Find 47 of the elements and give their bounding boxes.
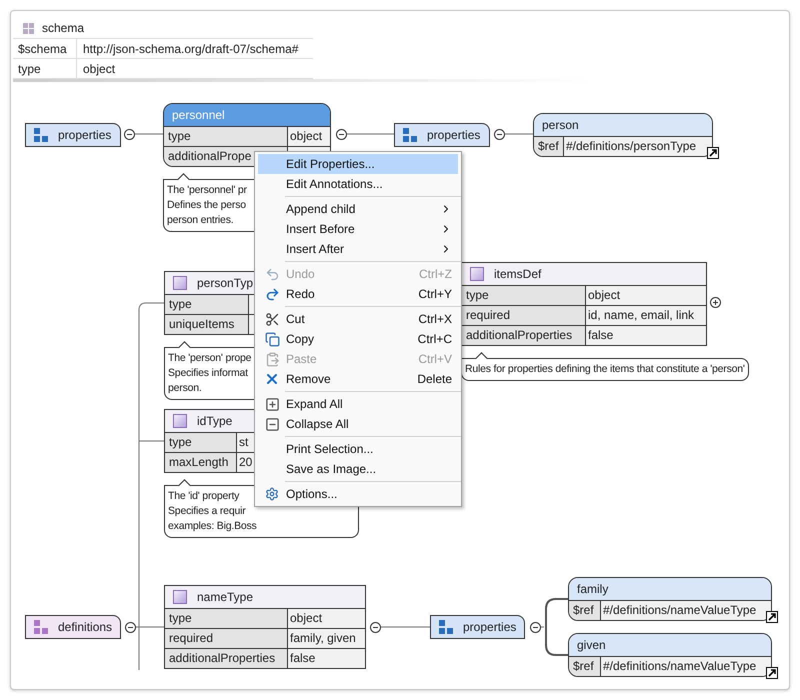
schema-value: object	[82, 61, 116, 78]
annotation-text: The 'personnel' pr	[167, 183, 247, 198]
property-key: additionalProperties	[462, 326, 586, 345]
property-key: $ref	[569, 601, 601, 620]
property-key: additionalProperties	[165, 649, 288, 668]
node-title: person	[542, 117, 579, 134]
annotation-text: examples: Big.Boss	[168, 519, 257, 534]
node-title: personnel	[172, 107, 225, 124]
annotation-text: The 'id' property	[168, 489, 240, 504]
property-key: required	[462, 306, 586, 325]
property-key: required	[165, 629, 288, 648]
node-title: nameType	[197, 589, 254, 606]
node-title: itemsDef	[494, 266, 542, 283]
node-title: given	[577, 637, 606, 654]
node-label: properties	[463, 619, 516, 636]
shortcut-text: Ctrl+V	[418, 351, 453, 368]
shortcut-text: Delete	[417, 371, 453, 388]
annotation-text: person.	[168, 381, 202, 396]
property-key: uniqueItems	[165, 315, 249, 334]
shortcut-text: Ctrl+C	[418, 331, 453, 348]
annotation-text: Specifies a requir	[168, 504, 246, 519]
node-label: properties	[58, 127, 112, 144]
node-title: family	[577, 581, 608, 598]
property-key: type	[165, 609, 288, 628]
annotation-text: Specifies informat	[168, 366, 248, 381]
schema-key: type	[13, 59, 77, 78]
property-key: $ref	[569, 657, 601, 676]
schema-title: schema	[42, 20, 84, 37]
shortcut-text: Ctrl+Y	[418, 286, 453, 303]
annotation-text: person entries.	[167, 213, 234, 228]
node-label: properties	[427, 127, 480, 144]
property-key: type	[462, 286, 586, 305]
property-key: $ref	[534, 137, 564, 156]
shortcut-text: Ctrl+Z	[419, 266, 453, 283]
schema-key: $schema	[13, 39, 77, 58]
node-title: personTyp	[197, 275, 254, 292]
property-key: type	[164, 127, 288, 146]
node-label: definitions	[58, 619, 112, 636]
property-key: type	[165, 295, 249, 314]
property-key: maxLength	[165, 453, 237, 472]
node-title: idType	[197, 413, 232, 430]
annotation-text: Defines the perso	[167, 198, 246, 213]
annotation-text: The 'person' prope	[168, 351, 252, 366]
property-key: type	[165, 433, 237, 452]
schema-value: http://json-schema.org/draft-07/schema#	[82, 41, 300, 58]
shortcut-text: Ctrl+X	[418, 311, 453, 328]
annotation-text: Rules for properties defining the items that constitute a 'person'	[465, 362, 745, 377]
